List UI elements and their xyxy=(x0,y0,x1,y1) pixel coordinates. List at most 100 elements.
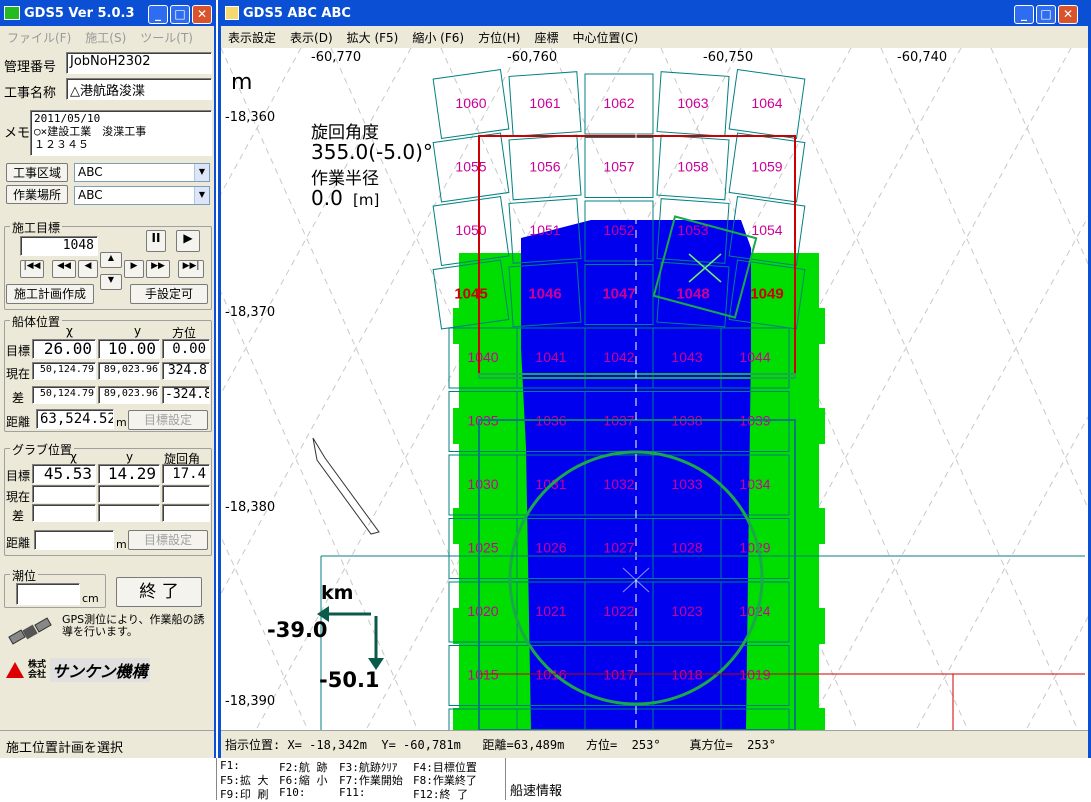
cell-label-1044: 1044 xyxy=(739,349,770,365)
fkey-f10[interactable]: F10: xyxy=(279,786,306,799)
memo-line-2: ○×建設工業 浚渫工事 xyxy=(34,125,147,138)
close-button[interactable]: ✕ xyxy=(192,5,212,24)
satellite-icon xyxy=(8,617,52,645)
cell-label-1026: 1026 xyxy=(535,540,566,556)
map-window: GDS5 ABC ABC _ □ ✕ 表示設定 表示(D) 拡大 (F5) 縮小… xyxy=(218,0,1091,758)
down-button[interactable]: ▼ xyxy=(100,274,122,290)
cell-label-1043: 1043 xyxy=(671,349,702,365)
menu-center[interactable]: 中心位置(C) xyxy=(572,29,638,46)
y-tick-4: -18,390 xyxy=(225,694,276,709)
map-maximize-button[interactable]: □ xyxy=(1036,5,1056,24)
chevron-down-icon[interactable]: ▼ xyxy=(194,187,209,204)
fkey-f1[interactable]: F1: xyxy=(220,759,240,772)
grab-target-x: 45.53 xyxy=(32,464,96,484)
company-name: サンケン機構 xyxy=(50,658,150,682)
cell-label-1050: 1050 xyxy=(455,222,486,238)
menu-zoom-out[interactable]: 縮小 (F6) xyxy=(412,29,464,46)
ship-diff-x: 50,124.79 xyxy=(32,386,96,404)
cell-label-1046: 1046 xyxy=(528,286,561,303)
cell-label-1051: 1051 xyxy=(529,222,560,238)
map-app-icon xyxy=(225,6,239,20)
work-name-field[interactable]: △港航路浚渫 xyxy=(66,78,212,100)
prev-button[interactable]: ◀ xyxy=(78,260,98,278)
green-edge-right xyxy=(805,608,825,644)
tide-field[interactable] xyxy=(16,583,80,605)
cell-label-1060: 1060 xyxy=(455,95,486,111)
area-value: ABC xyxy=(78,165,103,179)
pause-button[interactable]: II xyxy=(146,230,166,252)
map-minimize-button[interactable]: _ xyxy=(1014,5,1034,24)
end-button[interactable]: 終 了 xyxy=(116,577,202,607)
site-select[interactable]: ABC ▼ xyxy=(74,186,210,205)
cell-label-1061: 1061 xyxy=(529,95,560,111)
ship-target-x: 26.00 xyxy=(32,339,96,359)
cell-label-1059: 1059 xyxy=(751,159,782,175)
left-title: GDS5 Ver 5.0.3 xyxy=(24,5,135,21)
ship-set-target-button[interactable]: 目標設定 xyxy=(128,410,208,430)
grab-diff-x xyxy=(32,504,96,522)
manual-set-button[interactable]: 手設定可 xyxy=(130,284,208,304)
app-icon xyxy=(4,6,20,20)
menu-display[interactable]: 表示(D) xyxy=(290,29,333,46)
grid-line xyxy=(805,216,1088,730)
cell-label-1032: 1032 xyxy=(603,476,634,492)
menu-display-settings[interactable]: 表示設定 xyxy=(228,29,276,46)
cell-label-1047: 1047 xyxy=(602,286,635,303)
first-button[interactable]: |◀◀ xyxy=(20,260,44,278)
left-window: GDS5 Ver 5.0.3 _ □ ✕ ファイル(F) 施工(S) ツール(T… xyxy=(0,0,216,758)
green-edge-right xyxy=(805,708,825,730)
area-select[interactable]: ABC ▼ xyxy=(74,163,210,182)
prev2-button[interactable]: ◀◀ xyxy=(52,260,76,278)
radius-value: 0.0 xyxy=(311,186,343,210)
cell-label-1055: 1055 xyxy=(455,159,486,175)
x-tick-3: -60,750 xyxy=(703,50,754,65)
y-tick-1: -18,360 xyxy=(225,110,276,125)
grab-diff-turn xyxy=(162,504,210,522)
menu-heading[interactable]: 方位(H) xyxy=(478,29,520,46)
minimize-button[interactable]: _ xyxy=(148,5,168,24)
grab-current-turn xyxy=(162,485,210,503)
cell-label-1025: 1025 xyxy=(467,540,498,556)
grab-row-dist: 距離 xyxy=(6,536,31,550)
grab-row-target: 目標 xyxy=(6,469,31,483)
grid-line xyxy=(880,48,1088,510)
site-button[interactable]: 作業場所 xyxy=(6,185,68,204)
menu-zoom-in[interactable]: 拡大 (F5) xyxy=(347,29,399,46)
target-cell-field[interactable]: 1048 xyxy=(20,236,98,256)
job-no-field[interactable]: JobNoH2302 xyxy=(66,52,212,74)
grab-set-target-button[interactable]: 目標設定 xyxy=(128,530,208,550)
map-close-button[interactable]: ✕ xyxy=(1058,5,1078,24)
plan-create-button[interactable]: 施工計画作成 xyxy=(6,284,94,304)
grab-diff-y xyxy=(98,504,160,522)
maximize-button[interactable]: □ xyxy=(170,5,190,24)
cell-label-1063: 1063 xyxy=(677,95,708,111)
memo-field[interactable]: 2011/05/10 ○×建設工業 浚渫工事 １２３４５ xyxy=(30,110,212,156)
next-button[interactable]: ▶ xyxy=(124,260,144,278)
memo-line-1: 2011/05/10 xyxy=(34,112,101,125)
cell-label-1033: 1033 xyxy=(671,476,702,492)
menu-sekou[interactable]: 施工(S) xyxy=(85,29,126,46)
cell-label-1034: 1034 xyxy=(739,476,770,492)
cell-label-1054: 1054 xyxy=(751,222,782,238)
menu-file[interactable]: ファイル(F) xyxy=(7,29,71,46)
cell-label-1021: 1021 xyxy=(535,603,566,619)
cell-label-1030: 1030 xyxy=(467,476,498,492)
grab-group-title: グラブ位置 xyxy=(10,441,75,458)
chevron-down-icon[interactable]: ▼ xyxy=(194,164,209,181)
area-button[interactable]: 工事区域 xyxy=(6,163,68,182)
cell-label-1045: 1045 xyxy=(454,286,487,303)
green-edge-right xyxy=(805,508,825,544)
offset-y-value: -50.1 xyxy=(319,668,380,692)
menu-coords[interactable]: 座標 xyxy=(534,29,558,46)
up-button[interactable]: ▲ xyxy=(100,252,122,268)
play-button[interactable]: ▶ xyxy=(176,230,200,252)
cell-label-1057: 1057 xyxy=(603,159,634,175)
memo-label: メモ xyxy=(4,126,31,141)
fkey-panel: F1: F2:航 跡 F3:航跡ｸﾘｱ F4:目標位置 F5:拡 大 F6:縮 … xyxy=(216,758,506,801)
ship-col-y: y xyxy=(134,324,142,338)
next2-button[interactable]: ▶▶ xyxy=(146,260,170,278)
menu-tool[interactable]: ツール(T) xyxy=(140,29,193,46)
fkey-f11[interactable]: F11: xyxy=(339,786,366,799)
last-button[interactable]: ▶▶| xyxy=(178,260,204,278)
cell-label-1058: 1058 xyxy=(677,159,708,175)
